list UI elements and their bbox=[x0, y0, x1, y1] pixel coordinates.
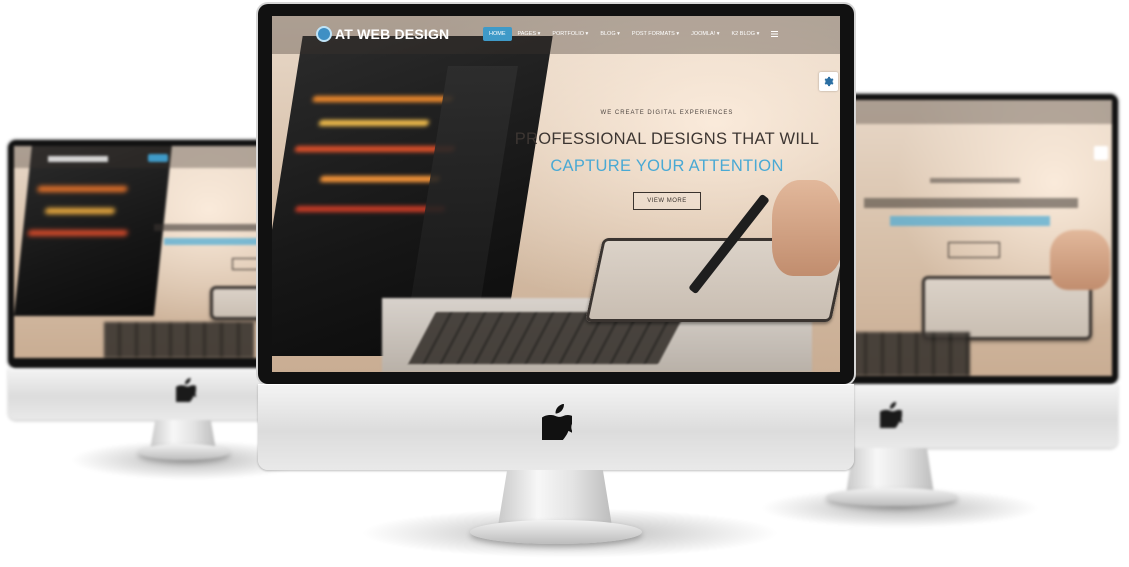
site-logo[interactable]: AT WEB DESIGN bbox=[316, 26, 449, 42]
center-stand-foot bbox=[470, 520, 642, 544]
left-apple-logo-icon bbox=[176, 378, 196, 402]
gear-icon bbox=[824, 76, 834, 87]
hero-subheadline: CAPTURE YOUR ATTENTION bbox=[550, 157, 784, 175]
hero-eyebrow: WE CREATE DIGITAL EXPERIENCES bbox=[600, 110, 734, 116]
left-screen bbox=[14, 146, 264, 358]
right-laptop-keys bbox=[850, 332, 970, 376]
left-chin bbox=[8, 368, 270, 420]
left-laptop-keys bbox=[104, 322, 254, 358]
right-apple-logo-icon bbox=[880, 402, 902, 428]
hamburger-menu-icon[interactable] bbox=[771, 31, 779, 37]
main-nav: HOME PAGES ▾ PORTFOLIO ▾ BLOG ▾ POST FOR… bbox=[483, 27, 779, 41]
settings-gear-button[interactable] bbox=[819, 72, 838, 91]
left-stand-foot bbox=[138, 444, 230, 460]
view-more-button[interactable]: VIEW MORE bbox=[633, 192, 701, 210]
nav-item-pages[interactable]: PAGES ▾ bbox=[512, 27, 547, 41]
nav-item-home[interactable]: HOME bbox=[483, 27, 512, 41]
nav-item-portfolio[interactable]: PORTFOLIO ▾ bbox=[546, 27, 594, 41]
nav-item-post-formats[interactable]: POST FORMATS ▾ bbox=[626, 27, 685, 41]
nav-item-joomla[interactable]: JOOMLA! ▾ bbox=[685, 27, 725, 41]
logo-mark-icon bbox=[316, 26, 332, 42]
nav-item-k2-blog[interactable]: K2 BLOG ▾ bbox=[726, 27, 766, 41]
center-stand-neck bbox=[498, 470, 612, 526]
logo-text: AT WEB DESIGN bbox=[335, 26, 450, 42]
left-laptop-screen bbox=[14, 146, 172, 316]
hero-headline: PROFESSIONAL DESIGNS THAT WILL bbox=[514, 130, 820, 148]
right-hand bbox=[1050, 230, 1110, 290]
left-tablet bbox=[210, 286, 264, 320]
right-screen bbox=[850, 100, 1112, 376]
center-apple-logo-icon bbox=[542, 404, 572, 440]
hero: WE CREATE DIGITAL EXPERIENCES PROFESSION… bbox=[502, 110, 832, 210]
nav-item-blog[interactable]: BLOG ▾ bbox=[594, 27, 626, 41]
right-stand-foot bbox=[826, 488, 958, 506]
site-header: AT WEB DESIGN HOME PAGES ▾ PORTFOLIO ▾ B… bbox=[272, 16, 840, 54]
center-screen: AT WEB DESIGN HOME PAGES ▾ PORTFOLIO ▾ B… bbox=[272, 16, 840, 372]
